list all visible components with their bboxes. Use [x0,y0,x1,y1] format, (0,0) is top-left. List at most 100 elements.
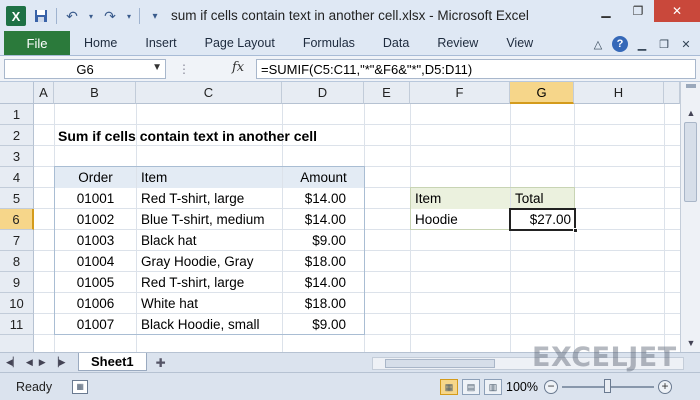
restore-icon[interactable]: ❐ [622,0,654,22]
column-header-blank [664,82,680,104]
save-icon[interactable] [32,7,50,25]
minimize-ribbon-icon[interactable]: △ [590,36,606,52]
column-header-e[interactable]: E [364,82,410,104]
next-sheet-icon[interactable]: ▶ [39,357,46,368]
table-cell-item[interactable]: Red T-shirt, large [137,272,282,293]
table-header-item[interactable]: Item [137,167,282,188]
column-header-a[interactable]: A [34,82,54,104]
column-header-d[interactable]: D [282,82,364,104]
sheet-navigation: ◀▏ ◀ ▶ ▕▶ [0,357,78,368]
tab-formulas[interactable]: Formulas [289,31,369,55]
select-all-corner[interactable] [0,82,34,104]
row-header-2[interactable]: 2 [0,125,34,146]
table-cell-item[interactable]: Black Hoodie, small [137,314,282,335]
table-header-order[interactable]: Order [55,167,136,188]
column-header-c[interactable]: C [136,82,282,104]
help-icon[interactable]: ? [612,36,628,52]
table-cell-item[interactable]: Red T-shirt, large [137,188,282,209]
row-header-7[interactable]: 7 [0,230,34,251]
summary-total-cell[interactable]: $27.00 [511,209,574,230]
workbook-close-icon[interactable]: ✕ [678,36,694,52]
first-sheet-icon[interactable]: ◀▏ [6,357,20,368]
row-header-4[interactable]: 4 [0,167,34,188]
column-header-g[interactable]: G [510,82,574,104]
table-cell-amount[interactable]: $14.00 [283,272,364,293]
formula-bar-resize-handle[interactable]: ⋮ [178,62,224,76]
row-header-9[interactable]: 9 [0,272,34,293]
row-header-1[interactable]: 1 [0,104,34,125]
row-header-11[interactable]: 11 [0,314,34,335]
formula-input[interactable]: =SUMIF(C5:C11,"*"&F6&"*",D5:D11) [256,59,696,79]
tab-view[interactable]: View [492,31,547,55]
scroll-up-icon[interactable]: ▲ [684,106,698,120]
table-cell-order[interactable]: 01001 [55,188,136,209]
row-header-8[interactable]: 8 [0,251,34,272]
chevron-down-icon[interactable]: ▾ [87,7,95,25]
minimize-icon[interactable]: ▁ [590,0,622,22]
table-cell-item[interactable]: White hat [137,293,282,314]
table-cell-amount[interactable]: $14.00 [283,209,364,230]
table-cell-amount[interactable]: $14.00 [283,188,364,209]
table-cell-item[interactable]: Gray Hoodie, Gray [137,251,282,272]
close-icon[interactable]: ✕ [654,0,700,22]
tab-insert[interactable]: Insert [131,31,190,55]
page-break-view-icon[interactable]: ▥ [484,379,502,395]
table-cell-amount[interactable]: $9.00 [283,230,364,251]
table-cell-order[interactable]: 01004 [55,251,136,272]
table-cell-item[interactable]: Blue T-shirt, medium [137,209,282,230]
column-header-h[interactable]: H [574,82,664,104]
table-cell-order[interactable]: 01006 [55,293,136,314]
table-cell-amount[interactable]: $18.00 [283,293,364,314]
summary-header-total[interactable]: Total [511,188,574,209]
table-cell-amount[interactable]: $9.00 [283,314,364,335]
tab-review[interactable]: Review [423,31,492,55]
tab-page-layout[interactable]: Page Layout [191,31,289,55]
macro-recording-icon[interactable]: ▦ [72,379,89,394]
sheet-heading[interactable]: Sum if cells contain text in another cel… [54,125,317,146]
tab-home[interactable]: Home [70,31,131,55]
workbook-minimize-icon[interactable]: ▁ [634,36,650,52]
zoom-slider-thumb[interactable] [604,379,611,393]
prev-sheet-icon[interactable]: ◀ [26,357,33,368]
zoom-in-icon[interactable]: + [658,380,672,394]
chevron-down-icon[interactable]: ▼ [152,62,162,73]
workbook-restore-icon[interactable]: ❐ [656,36,672,52]
table-cell-amount[interactable]: $18.00 [283,251,364,272]
summary-item-cell[interactable]: Hoodie [411,209,510,230]
column-header-b[interactable]: B [54,82,136,104]
row-header-12[interactable] [0,335,34,352]
sheet-tab-sheet1[interactable]: Sheet1 [78,352,147,371]
summary-header-item[interactable]: Item [411,188,510,209]
table-cell-order[interactable]: 01005 [55,272,136,293]
name-box[interactable]: G6 ▼ [4,59,166,79]
row-header-5[interactable]: 5 [0,188,34,209]
tab-file[interactable]: File [4,31,70,55]
row-header-6[interactable]: 6 [0,209,34,230]
table-header-amount[interactable]: Amount [283,167,364,188]
table-cell-order[interactable]: 01002 [55,209,136,230]
zoom-out-icon[interactable]: − [544,380,558,394]
row-header-3[interactable]: 3 [0,146,34,167]
row-header-10[interactable]: 10 [0,293,34,314]
insert-sheet-icon[interactable]: ✚ [151,355,171,371]
table-cell-order[interactable]: 01007 [55,314,136,335]
title-bar: X ↶ ▾ ↷ ▾ ▾ sum if cells contain text in… [0,0,700,32]
table-cell-item[interactable]: Black hat [137,230,282,251]
chevron-down-icon[interactable]: ▾ [125,7,133,25]
table-cell-order[interactable]: 01003 [55,230,136,251]
tab-data[interactable]: Data [369,31,423,55]
column-header-f[interactable]: F [410,82,510,104]
insert-function-icon[interactable]: fx [232,60,244,75]
horizontal-scroll-thumb[interactable] [385,359,495,368]
split-handle[interactable] [686,84,696,88]
redo-icon[interactable]: ↷ [101,7,119,25]
normal-view-icon[interactable]: ▦ [440,379,458,395]
vertical-scrollbar[interactable]: ▲ ▼ [680,82,700,352]
page-layout-view-icon[interactable]: ▤ [462,379,480,395]
customize-toolbar-icon[interactable]: ▾ [146,7,164,25]
undo-icon[interactable]: ↶ [63,7,81,25]
worksheet-grid[interactable]: A B C D E F G H 1 2 3 4 5 6 7 8 9 10 11 … [0,82,680,352]
last-sheet-icon[interactable]: ▕▶ [52,357,66,368]
vertical-scroll-thumb[interactable] [684,122,697,202]
zoom-level[interactable]: 100% [506,380,538,394]
